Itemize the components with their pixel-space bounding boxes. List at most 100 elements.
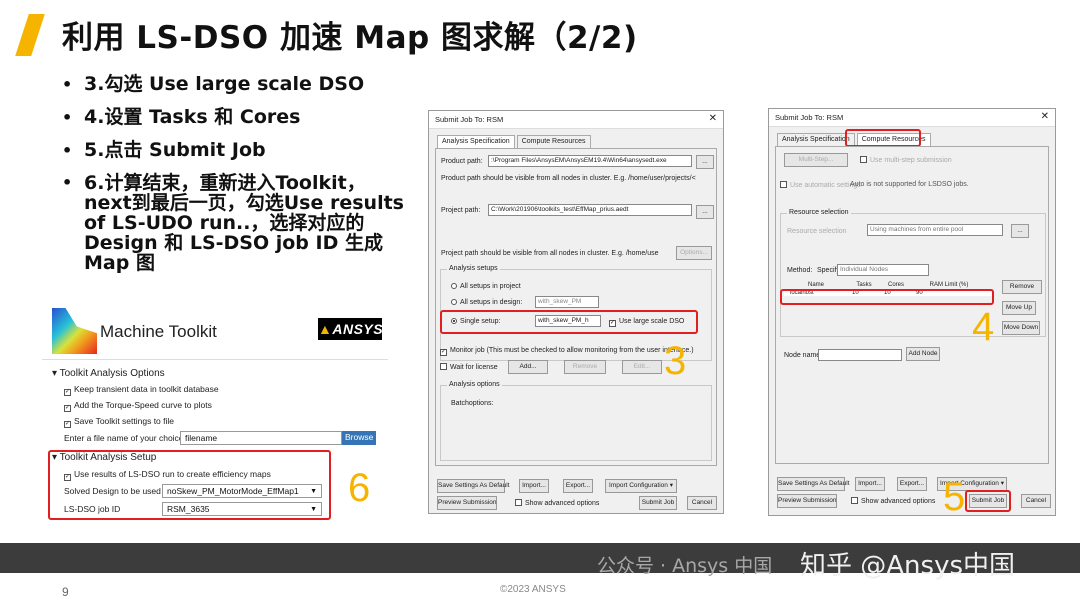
file-name-input[interactable]: filename	[180, 431, 342, 445]
use-multistep-checkbox[interactable]: Use multi-step submission	[860, 156, 952, 164]
project-path-browse-button[interactable]: ...	[696, 205, 714, 219]
method-label: Method:	[787, 267, 813, 274]
tab-analysis-specification[interactable]: Analysis Specification	[437, 135, 515, 148]
move-up-button[interactable]: Move Up	[1002, 301, 1036, 315]
step-list: 3.勾选 Use large scale DSO 4.设置 Tasks 和 Co…	[60, 74, 410, 285]
import-button[interactable]: Import...	[855, 477, 885, 491]
show-advanced-checkbox[interactable]: Show advanced options	[515, 499, 599, 507]
file-name-label: Enter a file name of your choice	[64, 433, 184, 443]
product-path-hint: Product path should be visible from all …	[441, 175, 696, 182]
method-select[interactable]: Individual Nodes	[837, 264, 929, 276]
design-setup-select[interactable]: with_skew_PM	[535, 296, 599, 308]
tab-compute-resources[interactable]: Compute Resources	[516, 135, 591, 148]
step-3-number: 3	[664, 339, 687, 383]
resource-selection-input[interactable]: Using machines from entire pool	[867, 224, 1003, 236]
page-number: 9	[62, 585, 69, 599]
dialog-titlebar: Submit Job To: RSM ✕	[769, 109, 1055, 127]
step-5-highlight	[965, 490, 1011, 512]
analysis-options-header[interactable]: ▾ Toolkit Analysis Options	[52, 368, 165, 379]
analysis-panel: Product path: :\Program Files\AnsysEM\An…	[435, 148, 717, 466]
multistep-button[interactable]: Multi-Step...	[784, 153, 848, 167]
zhihu-watermark: 知乎 @Ansys中国	[800, 551, 1016, 581]
tab-analysis-specification[interactable]: Analysis Specification	[777, 133, 855, 146]
copyright: ©2023 ANSYS	[500, 584, 566, 595]
close-icon[interactable]: ✕	[1041, 111, 1049, 122]
cancel-button[interactable]: Cancel	[687, 496, 717, 510]
use-automatic-checkbox[interactable]: Use automatic settings	[780, 181, 861, 189]
step-4-highlight	[780, 289, 994, 305]
preview-submission-button[interactable]: Preview Submission	[437, 496, 497, 510]
step-5-number: 5	[943, 475, 966, 519]
add-button[interactable]: Add...	[508, 360, 548, 374]
close-icon[interactable]: ✕	[709, 113, 717, 124]
move-down-button[interactable]: Move Down	[1002, 321, 1040, 335]
submit-job-dialog-analysis: Submit Job To: RSM ✕ Analysis Specificati…	[428, 110, 724, 514]
batchoptions-label: Batchoptions:	[451, 400, 494, 407]
step-4-number: 4	[972, 305, 995, 349]
project-path-input[interactable]: C:\Work\201906\toolkits_test\EffMap_priu…	[488, 204, 692, 216]
step-6-number: 6	[348, 466, 371, 510]
remove-node-button[interactable]: Remove	[1002, 280, 1042, 294]
remove-button[interactable]: Remove	[564, 360, 606, 374]
analysis-setups-label: Analysis setups	[447, 265, 500, 272]
page-title: 利用 LS-DSO 加速 Map 图求解（2/2)	[62, 20, 638, 56]
step-4-item: 4.设置 Tasks 和 Cores	[60, 107, 410, 129]
save-default-button[interactable]: Save Settings As Default	[777, 477, 850, 491]
step-3-highlight	[440, 310, 698, 334]
title-accent-bar	[15, 14, 45, 56]
export-button[interactable]: Export...	[563, 479, 593, 493]
import-configuration-button[interactable]: Import Configuration ▾	[605, 479, 677, 493]
toolkit-title: Machine Toolkit	[100, 322, 217, 341]
node-name-label: Node name:	[784, 352, 823, 359]
toolkit-panel: Machine Toolkit ▲ANSYS ▾ Toolkit Analysi…	[42, 302, 388, 528]
col-ram: RAM Limit (%)	[929, 282, 969, 288]
ansys-logo: ▲ANSYS	[318, 318, 383, 340]
col-tasks: Tasks	[856, 282, 872, 288]
save-default-button[interactable]: Save Settings As Default	[437, 479, 510, 493]
import-button[interactable]: Import...	[519, 479, 549, 493]
toolkit-header: Machine Toolkit ▲ANSYS	[42, 302, 388, 360]
submit-job-button[interactable]: Submit Job	[639, 496, 677, 510]
save-settings-checkbox[interactable]: ✓ Save Toolkit settings to file	[64, 416, 174, 428]
edit-button[interactable]: Edit...	[622, 360, 662, 374]
col-cores: Cores	[887, 282, 904, 288]
wait-license-checkbox[interactable]: Wait for license	[440, 363, 498, 371]
export-button[interactable]: Export...	[897, 477, 927, 491]
all-setups-design-radio[interactable]: All setups in design:	[451, 299, 522, 306]
col-name: Name	[807, 282, 824, 288]
all-setups-project-radio[interactable]: All setups in project	[451, 283, 521, 290]
product-path-browse-button[interactable]: ...	[696, 155, 714, 169]
compute-panel: Multi-Step... Use multi-step submission …	[775, 146, 1049, 464]
resource-selection-label: Resource selection	[787, 209, 851, 216]
auto-not-supported-note: Auto is not supported for LSDSO jobs.	[850, 181, 969, 188]
analysis-options-label: Analysis options	[447, 381, 502, 388]
add-node-button[interactable]: Add Node	[906, 347, 940, 361]
dialog-titlebar: Submit Job To: RSM ✕	[429, 111, 723, 129]
cancel-button[interactable]: Cancel	[1021, 494, 1051, 508]
wechat-watermark: 公众号 · Ansys 中国	[597, 555, 773, 577]
toolkit-logo-icon	[52, 308, 97, 354]
submit-job-dialog-compute: Submit Job To: RSM ✕ Analysis Specificati…	[768, 108, 1056, 519]
torque-speed-checkbox[interactable]: ✓ Add the Torque-Speed curve to plots	[64, 400, 212, 412]
show-advanced-checkbox[interactable]: Show advanced options	[851, 497, 935, 505]
resource-selection-browse-button[interactable]: ...	[1011, 224, 1029, 238]
step-5-item: 5.点击 Submit Job	[60, 140, 410, 162]
resource-selection-field-label: Resource selection	[787, 228, 847, 235]
product-path-label: Product path:	[441, 158, 483, 165]
table-header: Name Tasks Cores RAM Limit (%)	[784, 282, 992, 288]
node-name-input[interactable]	[818, 349, 902, 361]
step-6-item: 6.计算结束，重新进入Toolkit，next到最后一页，勾选Use resul…	[60, 173, 410, 273]
monitor-job-checkbox[interactable]: ✓ Monitor job (This must be checked to al…	[440, 347, 694, 356]
preview-submission-button[interactable]: Preview Submission	[777, 494, 837, 508]
step-6-highlight	[48, 450, 331, 520]
project-path-label: Project path:	[441, 207, 481, 214]
compute-tab-highlight	[845, 129, 921, 147]
keep-transient-checkbox[interactable]: ✓ Keep transient data in toolkit database	[64, 384, 219, 396]
project-path-hint: Project path should be visible from all …	[441, 250, 659, 257]
product-path-input[interactable]: :\Program Files\AnsysEM\AnsysEM19.4\Win6…	[488, 155, 692, 167]
resource-selection-group: Resource selection Resource selection Us…	[780, 209, 1046, 337]
step-3-item: 3.勾选 Use large scale DSO	[60, 74, 410, 96]
analysis-options-group: Analysis options Batchoptions:	[440, 381, 712, 461]
options-button[interactable]: Options...	[676, 246, 712, 260]
browse-button[interactable]: Browse	[342, 431, 377, 445]
